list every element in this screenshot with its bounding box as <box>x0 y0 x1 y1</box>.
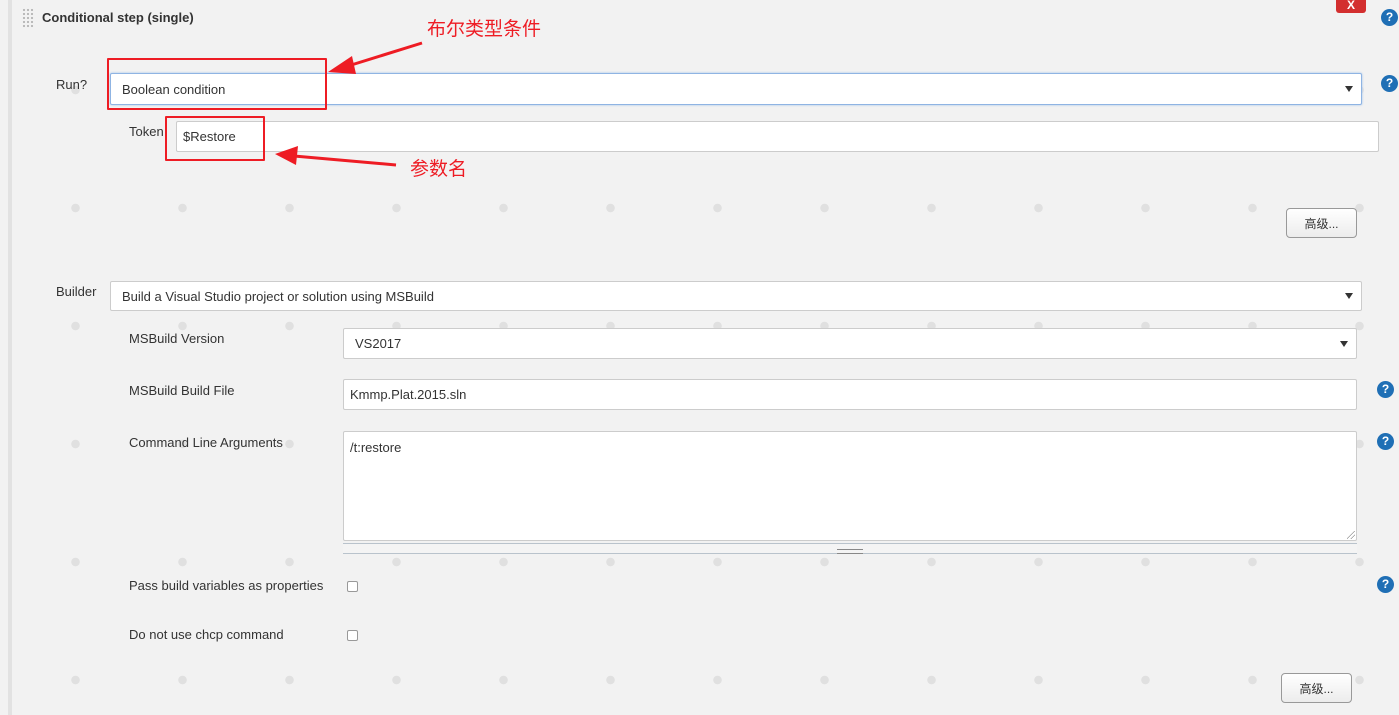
annotation-arrows <box>275 41 423 167</box>
arrow-icon-boolean <box>328 41 423 74</box>
arrow-icon-param <box>275 146 397 167</box>
